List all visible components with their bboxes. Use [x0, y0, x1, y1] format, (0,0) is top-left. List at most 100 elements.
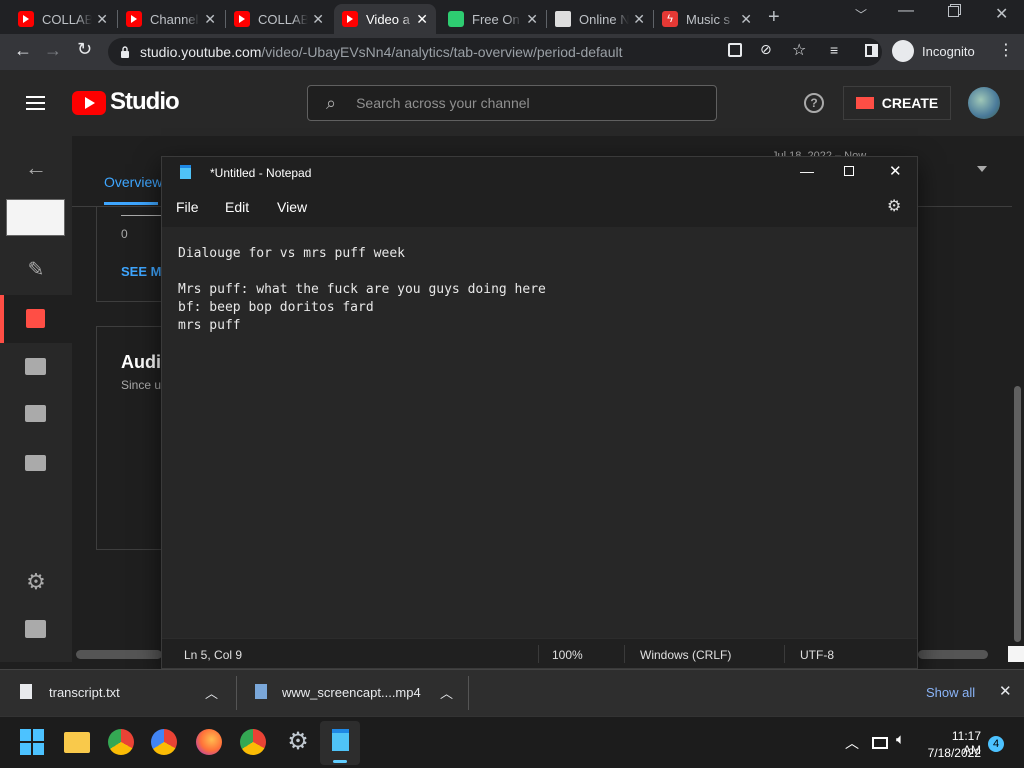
horizontal-scrollbar[interactable]: [76, 650, 162, 659]
back-icon[interactable]: ←: [14, 40, 32, 61]
reload-icon[interactable]: ↻: [77, 39, 92, 60]
tab-overview[interactable]: Overview: [104, 174, 162, 190]
file-explorer-icon[interactable]: [64, 732, 90, 753]
notepad-text-area[interactable]: Dialouge for vs mrs puff week Mrs puff: …: [162, 227, 917, 639]
browser-tab[interactable]: Channel ✕: [118, 4, 224, 34]
show-all-link[interactable]: Show all: [926, 685, 975, 700]
back-arrow-icon[interactable]: ←: [24, 156, 48, 180]
avatar[interactable]: [968, 87, 1000, 119]
address-bar[interactable]: studio.youtube.com/video/-UbayEVsNn4/ana…: [108, 38, 882, 66]
notepad-taskbar-button-active[interactable]: [320, 721, 360, 765]
incognito-icon: [892, 40, 914, 62]
hamburger-menu-icon[interactable]: [26, 96, 45, 110]
firefox-icon[interactable]: [196, 729, 222, 755]
youtube-icon: [342, 11, 358, 27]
bookmark-star-icon[interactable]: ☆: [792, 40, 806, 60]
youtube-logo-icon[interactable]: [72, 91, 106, 115]
new-tab-icon[interactable]: +: [768, 6, 780, 29]
create-button[interactable]: CREATE: [843, 86, 951, 120]
clock-date[interactable]: 7/18/2022: [925, 746, 981, 760]
youtube-icon: [126, 11, 142, 27]
close-shelf-icon[interactable]: ✕: [999, 682, 1012, 700]
minimize-icon[interactable]: —: [800, 163, 814, 179]
search-icon: ⌕: [326, 92, 337, 113]
studio-left-nav: ← ✎ ⚙: [0, 136, 72, 662]
help-icon[interactable]: ?: [804, 93, 824, 113]
chevron-up-icon[interactable]: ︿: [205, 683, 218, 702]
qr-code-icon[interactable]: [728, 43, 742, 57]
download-divider: [468, 676, 469, 710]
youtube-icon: [234, 11, 250, 27]
close-tab-icon[interactable]: ✕: [526, 11, 538, 28]
chrome-icon[interactable]: [108, 729, 134, 755]
browser-tab[interactable]: Online N ✕: [547, 4, 653, 34]
active-tab-underline: [104, 202, 158, 205]
audience-card-subtitle: Since u: [121, 378, 162, 392]
close-tab-icon[interactable]: ✕: [204, 11, 216, 28]
menu-view[interactable]: View: [277, 199, 307, 215]
notepad-title-bar[interactable]: *Untitled - Notepad — ✕: [162, 157, 917, 187]
browser-tab[interactable]: COLLAB ✕: [226, 4, 332, 34]
vertical-scrollbar-thumb[interactable]: [1014, 386, 1021, 642]
close-tab-icon[interactable]: ✕: [96, 11, 108, 28]
close-window-icon[interactable]: ✕: [995, 4, 1008, 24]
browser-tab[interactable]: ϟ Music s ✕: [654, 4, 760, 34]
notepad-icon: [332, 729, 349, 751]
browser-toolbar: ← → ↻ studio.youtube.com/video/-UbayEVsN…: [0, 34, 1024, 70]
analytics-icon: [26, 309, 45, 328]
text-line: [178, 263, 901, 281]
close-icon[interactable]: ✕: [889, 162, 902, 180]
tray-chevron-up-icon[interactable]: ︿: [845, 733, 859, 753]
text-line: bf: beep bop doritos fard: [178, 300, 374, 315]
dropdown-caret-icon[interactable]: [977, 166, 987, 172]
network-icon[interactable]: [872, 737, 888, 749]
incognito-label[interactable]: Incognito: [922, 44, 975, 59]
browser-menu-icon[interactable]: ⋮: [998, 40, 1014, 60]
settings-gear-icon[interactable]: ⚙: [887, 196, 901, 216]
browser-tab[interactable]: Free On ✕: [440, 4, 546, 34]
settings-gear-icon[interactable]: ⚙: [24, 570, 48, 594]
see-more-link[interactable]: SEE M: [121, 264, 161, 279]
text-file-icon: [20, 684, 32, 699]
maximize-icon[interactable]: [844, 166, 854, 176]
download-item-name[interactable]: transcript.txt: [49, 685, 120, 700]
chevron-up-icon[interactable]: ︿: [440, 683, 453, 702]
volume-icon[interactable]: 🔈︎: [896, 731, 905, 748]
download-item-name[interactable]: www_screencapt....mp4: [282, 685, 421, 700]
restore-icon[interactable]: [948, 6, 959, 17]
browser-tab[interactable]: COLLAB ✕: [10, 4, 116, 34]
subtitles-icon[interactable]: [25, 455, 46, 471]
studio-logo-text[interactable]: Studio: [110, 88, 180, 116]
close-tab-icon[interactable]: ✕: [312, 11, 324, 28]
side-panel-icon[interactable]: [865, 44, 878, 57]
comments-icon[interactable]: [25, 405, 46, 422]
axis-label: 0: [121, 227, 128, 241]
media-control-icon[interactable]: ≡: [830, 42, 838, 58]
menu-file[interactable]: File: [176, 199, 199, 215]
video-thumbnail[interactable]: [6, 199, 65, 236]
windows-start-icon[interactable]: [20, 729, 46, 755]
close-tab-icon[interactable]: ✕: [740, 11, 752, 28]
clapperboard-icon[interactable]: [25, 358, 46, 375]
horizontal-scrollbar[interactable]: [918, 650, 988, 659]
notification-badge[interactable]: 4: [988, 736, 1004, 752]
browser-tab-active[interactable]: Video a ✕: [334, 4, 436, 34]
eye-slash-icon[interactable]: ⊘: [760, 41, 772, 58]
forward-icon[interactable]: →: [44, 40, 62, 61]
minimize-icon[interactable]: —: [898, 2, 914, 20]
nav-item-analytics-active[interactable]: [0, 295, 72, 343]
menu-edit[interactable]: Edit: [225, 199, 249, 215]
windows-taskbar: ⚙ ︿ 🔈︎ 11:17 AM 7/18/2022 4: [0, 716, 1024, 768]
chrome-canary-icon[interactable]: [151, 729, 177, 755]
feedback-icon[interactable]: [25, 620, 46, 638]
notepad-icon: [180, 165, 191, 179]
chrome-icon[interactable]: [240, 729, 266, 755]
close-tab-icon[interactable]: ✕: [416, 11, 428, 28]
tab-search-chevron-icon[interactable]: ﹀: [855, 6, 867, 23]
settings-gear-icon[interactable]: ⚙: [285, 729, 311, 755]
channel-search-input[interactable]: ⌕ Search across your channel: [307, 85, 717, 121]
url-text: studio.youtube.com/video/-UbayEVsNn4/ana…: [140, 44, 623, 60]
text-line: Mrs puff: what the fuck are you guys doi…: [178, 282, 546, 297]
close-tab-icon[interactable]: ✕: [633, 11, 645, 28]
pencil-icon[interactable]: ✎: [24, 258, 48, 282]
